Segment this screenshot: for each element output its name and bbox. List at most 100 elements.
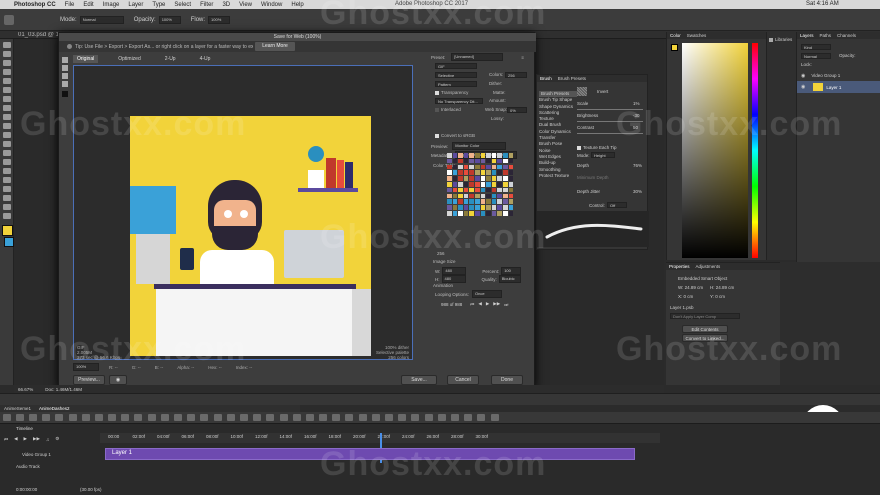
height-field[interactable]: 480 <box>441 275 466 283</box>
color-table-swatch[interactable] <box>503 193 508 199</box>
color-table-swatch[interactable] <box>503 187 508 193</box>
action-icon[interactable] <box>147 414 156 421</box>
texture-each-tip-checkbox[interactable] <box>577 145 581 150</box>
brush-tool-icon[interactable] <box>4 14 14 25</box>
color-table-swatch[interactable] <box>486 176 491 181</box>
color-table-swatch[interactable] <box>475 187 480 193</box>
color-table-swatch[interactable] <box>452 211 458 216</box>
next-frame-icon[interactable]: ▶▶ <box>33 436 40 442</box>
history-brush-tool-icon[interactable] <box>3 123 11 129</box>
action-icon[interactable] <box>411 414 420 421</box>
convert-srgb-checkbox[interactable] <box>435 133 439 138</box>
depth-value[interactable]: 76% <box>633 163 642 168</box>
tab-2up[interactable]: 2-Up <box>161 55 180 63</box>
looping-select[interactable]: Once <box>472 290 503 298</box>
action-icon[interactable] <box>345 414 354 421</box>
action-icon[interactable] <box>490 414 499 421</box>
color-table-swatch[interactable] <box>452 193 458 199</box>
flow-field[interactable]: 100% <box>208 15 231 24</box>
color-table-swatch[interactable] <box>480 170 486 175</box>
color-table-swatch[interactable] <box>458 153 463 158</box>
color-table-swatch[interactable] <box>486 153 491 158</box>
action-icon[interactable] <box>2 414 11 421</box>
color-table-swatch[interactable] <box>447 164 452 170</box>
color-table-swatch[interactable] <box>508 199 514 204</box>
color-table-swatch[interactable] <box>486 182 491 187</box>
action-icon[interactable] <box>279 414 288 421</box>
color-table-swatch[interactable] <box>480 193 486 199</box>
libraries-label[interactable]: Libraries <box>775 37 792 42</box>
hand-tool-icon[interactable] <box>3 204 11 210</box>
first-frame-icon[interactable]: ⏮ <box>470 302 474 307</box>
color-table-swatch[interactable] <box>503 176 508 181</box>
learn-more-button[interactable]: Learn More <box>255 42 295 51</box>
color-table-swatch[interactable] <box>463 153 469 158</box>
tab-brush-presets[interactable]: Brush Presets <box>558 76 586 81</box>
color-table-swatch[interactable] <box>463 187 469 193</box>
color-table-swatch[interactable] <box>463 170 469 175</box>
color-table-swatch[interactable] <box>452 205 458 210</box>
stamp-tool-icon[interactable] <box>3 114 11 120</box>
color-table-swatch[interactable] <box>475 164 480 170</box>
action-icon[interactable] <box>450 414 459 421</box>
x-value[interactable]: X: 0 cm <box>678 294 693 299</box>
action-icon[interactable] <box>15 414 24 421</box>
action-icon[interactable] <box>108 414 117 421</box>
healing-tool-icon[interactable] <box>3 96 11 102</box>
layer-comp-select[interactable]: Don't Apply Layer Comp <box>670 313 740 319</box>
color-table-swatch[interactable] <box>491 199 497 204</box>
color-table-swatch[interactable] <box>475 205 480 210</box>
color-table-grid[interactable] <box>447 153 515 217</box>
preset-select[interactable]: [Unnamed] <box>451 53 504 61</box>
color-table-swatch[interactable] <box>447 187 452 193</box>
action-icon[interactable] <box>81 414 90 421</box>
color-table-swatch[interactable] <box>469 193 474 199</box>
slice-select-tool-icon[interactable] <box>62 65 68 71</box>
color-table-swatch[interactable] <box>508 170 514 175</box>
preview-button[interactable]: Preview... <box>73 375 105 385</box>
transparency-checkbox[interactable] <box>435 90 439 95</box>
menu-type[interactable]: Type <box>152 2 165 8</box>
color-table-swatch[interactable] <box>491 170 497 175</box>
color-table-swatch[interactable] <box>463 176 469 181</box>
gradient-tool-icon[interactable] <box>3 141 11 147</box>
color-table-swatch[interactable] <box>480 158 486 164</box>
color-table-swatch[interactable] <box>503 199 508 204</box>
action-icon[interactable] <box>398 414 407 421</box>
color-table-swatch[interactable] <box>497 199 502 204</box>
color-table-swatch[interactable] <box>486 205 491 210</box>
foreground-color-swatch[interactable] <box>671 44 678 51</box>
opacity-field[interactable]: 100% <box>158 15 181 24</box>
color-table-swatch[interactable] <box>486 187 491 193</box>
action-icon[interactable] <box>477 414 486 421</box>
visibility-eye-icon[interactable]: ◉ <box>801 73 805 79</box>
action-icon[interactable] <box>239 414 248 421</box>
doc-tab[interactable]: AnimeSeme1 <box>4 406 31 411</box>
action-icon[interactable] <box>121 414 130 421</box>
action-icon[interactable] <box>253 414 262 421</box>
color-table-swatch[interactable] <box>458 176 463 181</box>
quick-select-tool-icon[interactable] <box>3 69 11 75</box>
brush-tool-icon[interactable] <box>3 105 11 111</box>
eyedropper-tool-icon[interactable] <box>3 87 11 93</box>
tab-swatches[interactable]: Swatches <box>687 33 707 38</box>
browser-select-icon[interactable]: ◉ <box>109 375 127 385</box>
color-table-swatch[interactable] <box>458 164 463 170</box>
play-icon[interactable]: ▶ <box>24 436 27 442</box>
color-table-swatch[interactable] <box>452 153 458 158</box>
color-table-swatch[interactable] <box>458 193 463 199</box>
color-table-swatch[interactable] <box>508 158 514 164</box>
preview-color-select[interactable]: Monitor Color <box>452 142 507 150</box>
color-table-swatch[interactable] <box>508 164 514 170</box>
done-button[interactable]: Done <box>491 375 523 385</box>
preset-menu-icon[interactable]: ≡ <box>521 55 524 60</box>
save-button[interactable]: Save... <box>401 375 437 385</box>
color-table-swatch[interactable] <box>497 205 502 210</box>
eyedropper-color-swatch[interactable] <box>62 91 68 97</box>
color-table-swatch[interactable] <box>497 211 502 216</box>
layer-row[interactable]: ◉ Video Group 1 <box>797 71 880 80</box>
menu-photoshop[interactable]: Photoshop CC <box>14 2 56 8</box>
color-picker-field[interactable] <box>682 43 748 258</box>
color-table-swatch[interactable] <box>447 199 452 204</box>
color-table-swatch[interactable] <box>497 153 502 158</box>
